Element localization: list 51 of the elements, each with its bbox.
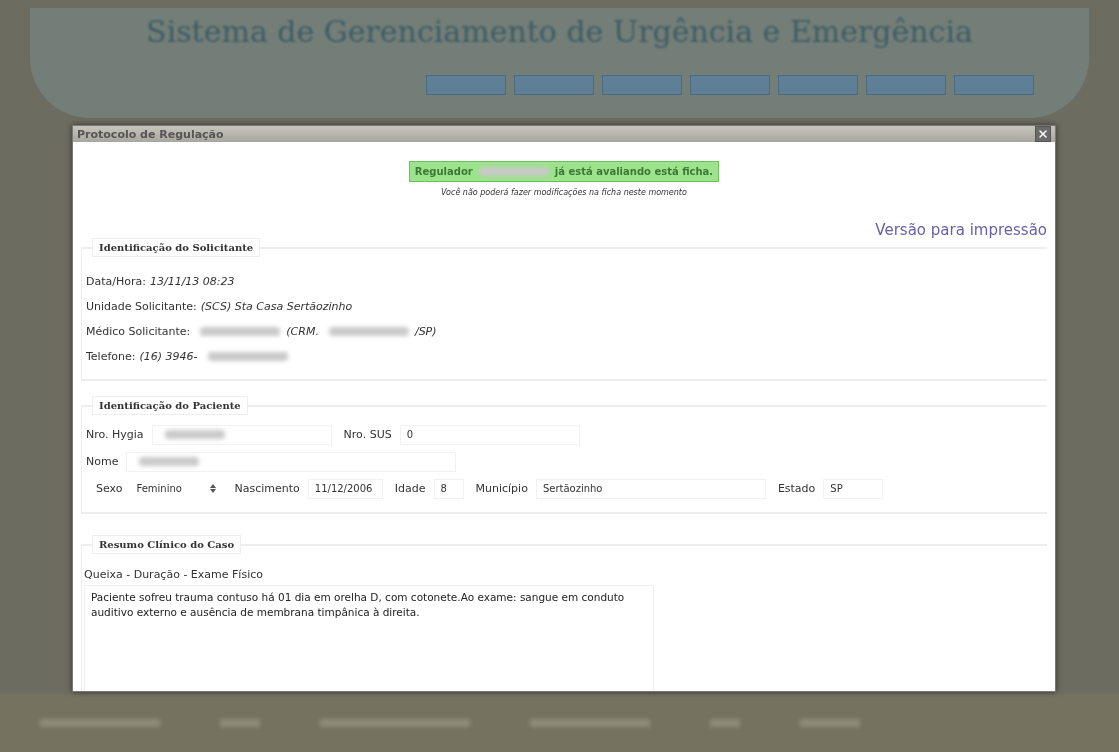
sex-select[interactable]: Feminino <box>130 478 223 499</box>
nav-button[interactable] <box>601 75 682 95</box>
notice-text: já está avaliando está ficha. <box>554 166 714 177</box>
print-link[interactable]: Versão para impressão <box>875 221 1047 239</box>
blurred-text <box>220 719 260 727</box>
input-field[interactable] <box>151 424 332 445</box>
notice-text: Regulador <box>414 166 473 177</box>
close-button[interactable] <box>1035 126 1051 142</box>
field-label: Nro. SUS <box>343 428 392 441</box>
text-area[interactable]: Paciente sofreu trauma contuso há 01 dia em orelha D, com cotonete.Ao exame: sangue em conduto auditivo externo e ausência de membrana timpânica à direita. <box>84 585 654 691</box>
input-field[interactable]: 0 <box>399 424 580 445</box>
field-label: Unidade Solicitante: <box>86 300 197 313</box>
close-icon <box>1037 128 1049 140</box>
redacted-mark <box>478 167 549 176</box>
field-label: Nascimento <box>234 482 300 495</box>
field-value: (SCS) Sta Casa Sertãozinho <box>200 300 353 313</box>
section-legend: Identificação do Solicitante <box>92 238 261 257</box>
input-field[interactable]: 8 <box>433 478 464 499</box>
field-label: Sexo <box>96 482 123 495</box>
blurred-text <box>800 719 860 727</box>
field-value: 13/11/13 08:23 <box>149 275 235 288</box>
nav-button[interactable] <box>777 75 858 95</box>
up-down-arrows-icon <box>210 484 217 493</box>
redacted-mark <box>139 457 200 466</box>
nav-button[interactable] <box>689 75 770 95</box>
field-label: Data/Hora: <box>86 275 146 288</box>
redacted-mark <box>164 430 225 439</box>
nav-button[interactable] <box>953 75 1034 95</box>
nav-button[interactable] <box>865 75 946 95</box>
field-label: Queixa - Duração - Exame Físico <box>84 568 264 581</box>
input-field[interactable] <box>126 451 457 472</box>
section-legend: Identificação do Paciente <box>92 396 248 415</box>
field-value: (16) 3946- <box>139 350 198 363</box>
field-label: Telefone: <box>86 350 136 363</box>
field-label: Nro. Hygia <box>86 428 144 441</box>
field-label: Idade <box>394 482 426 495</box>
field-value: /SP) <box>414 325 437 338</box>
blurred-text <box>710 719 740 727</box>
dialog-title: Protocolo de Regulação <box>77 127 224 141</box>
nav-button[interactable] <box>425 75 506 95</box>
field-label: Nome <box>86 455 119 468</box>
notice-subtext: Você não poderá fazer modificações na ficha neste momento <box>441 188 687 197</box>
field-label: Médico Solicitante: <box>86 325 191 338</box>
nav-button[interactable] <box>513 75 594 95</box>
input-field[interactable]: 11/12/2006 <box>307 478 383 499</box>
input-field[interactable]: Sertãozinho <box>535 478 766 499</box>
field-label: Estado <box>777 482 816 495</box>
field-label: Município <box>475 482 528 495</box>
field-value: (CRM. <box>286 325 319 338</box>
section-legend: Resumo Clínico do Caso <box>92 535 242 554</box>
input-field[interactable]: SP <box>823 478 884 499</box>
